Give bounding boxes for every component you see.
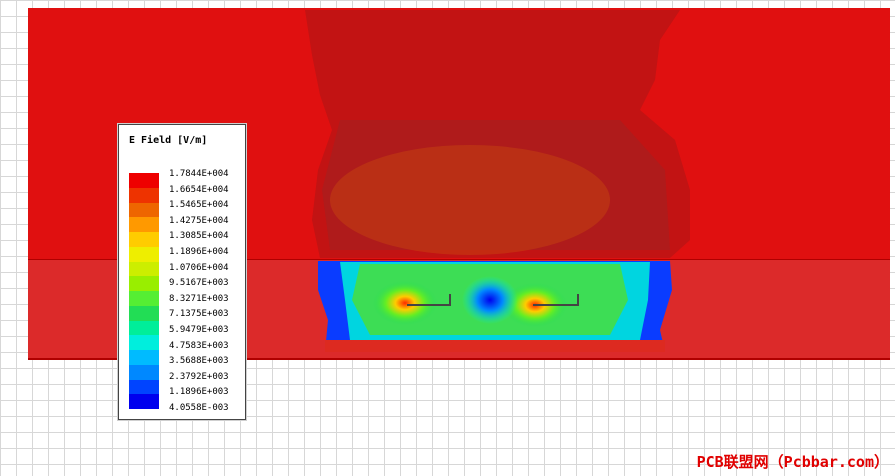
- legend-value: 1.4275E+004: [169, 215, 229, 226]
- coldspot-center: [462, 276, 518, 324]
- legend-value: 8.3271E+003: [169, 293, 229, 304]
- legend-swatch: [129, 217, 159, 232]
- legend-value: 1.5465E+004: [169, 200, 229, 211]
- legend-value: 2.3792E+003: [169, 371, 229, 382]
- substrate-bottom-edge: [325, 340, 665, 352]
- legend-swatch: [129, 232, 159, 247]
- legend-value: 1.7844E+004: [169, 169, 229, 179]
- legend-value: 3.5688E+003: [169, 356, 229, 367]
- legend-value: 1.1896E+004: [169, 246, 229, 257]
- legend-swatch: [129, 335, 159, 350]
- legend-colorbar: [129, 173, 159, 409]
- legend-value: 4.0558E-003: [169, 402, 229, 413]
- legend-swatch: [129, 320, 159, 336]
- legend-swatch: [129, 261, 159, 277]
- legend-swatch: [129, 364, 159, 380]
- legend-value: 4.7583E+003: [169, 340, 229, 351]
- legend-value: 5.9479E+003: [169, 324, 229, 335]
- legend-title: E Field [V/m]: [129, 135, 208, 146]
- legend-swatch: [129, 394, 159, 409]
- legend-swatch: [129, 276, 159, 291]
- legend-labels: 1.7844E+004 1.6654E+004 1.5465E+004 1.4275E…: [169, 167, 241, 417]
- legend-value: 7.1375E+003: [169, 309, 229, 320]
- legend-value: 1.0706E+004: [169, 262, 229, 273]
- legend-swatch: [129, 173, 159, 188]
- legend-swatch: [129, 379, 159, 395]
- legend-value: 1.1896E+003: [169, 387, 229, 398]
- legend-panel: E Field [V/m] 1.7844E+004 1.6654E+004 1.54…: [118, 124, 246, 420]
- legend-swatch: [129, 291, 159, 306]
- watermark: PCB联盟网（Pcbbar.com）: [696, 453, 889, 471]
- legend-swatch: [129, 350, 159, 365]
- legend-swatch: [129, 305, 159, 321]
- hotspot-left: [373, 281, 437, 325]
- legend-swatch: [129, 246, 159, 262]
- legend-swatch: [129, 202, 159, 218]
- legend-value: 9.5167E+003: [169, 278, 229, 289]
- field-plume-glow: [330, 145, 610, 255]
- legend-value: 1.6654E+004: [169, 184, 229, 195]
- legend-value: 1.3085E+004: [169, 231, 229, 242]
- legend-swatch: [129, 187, 159, 203]
